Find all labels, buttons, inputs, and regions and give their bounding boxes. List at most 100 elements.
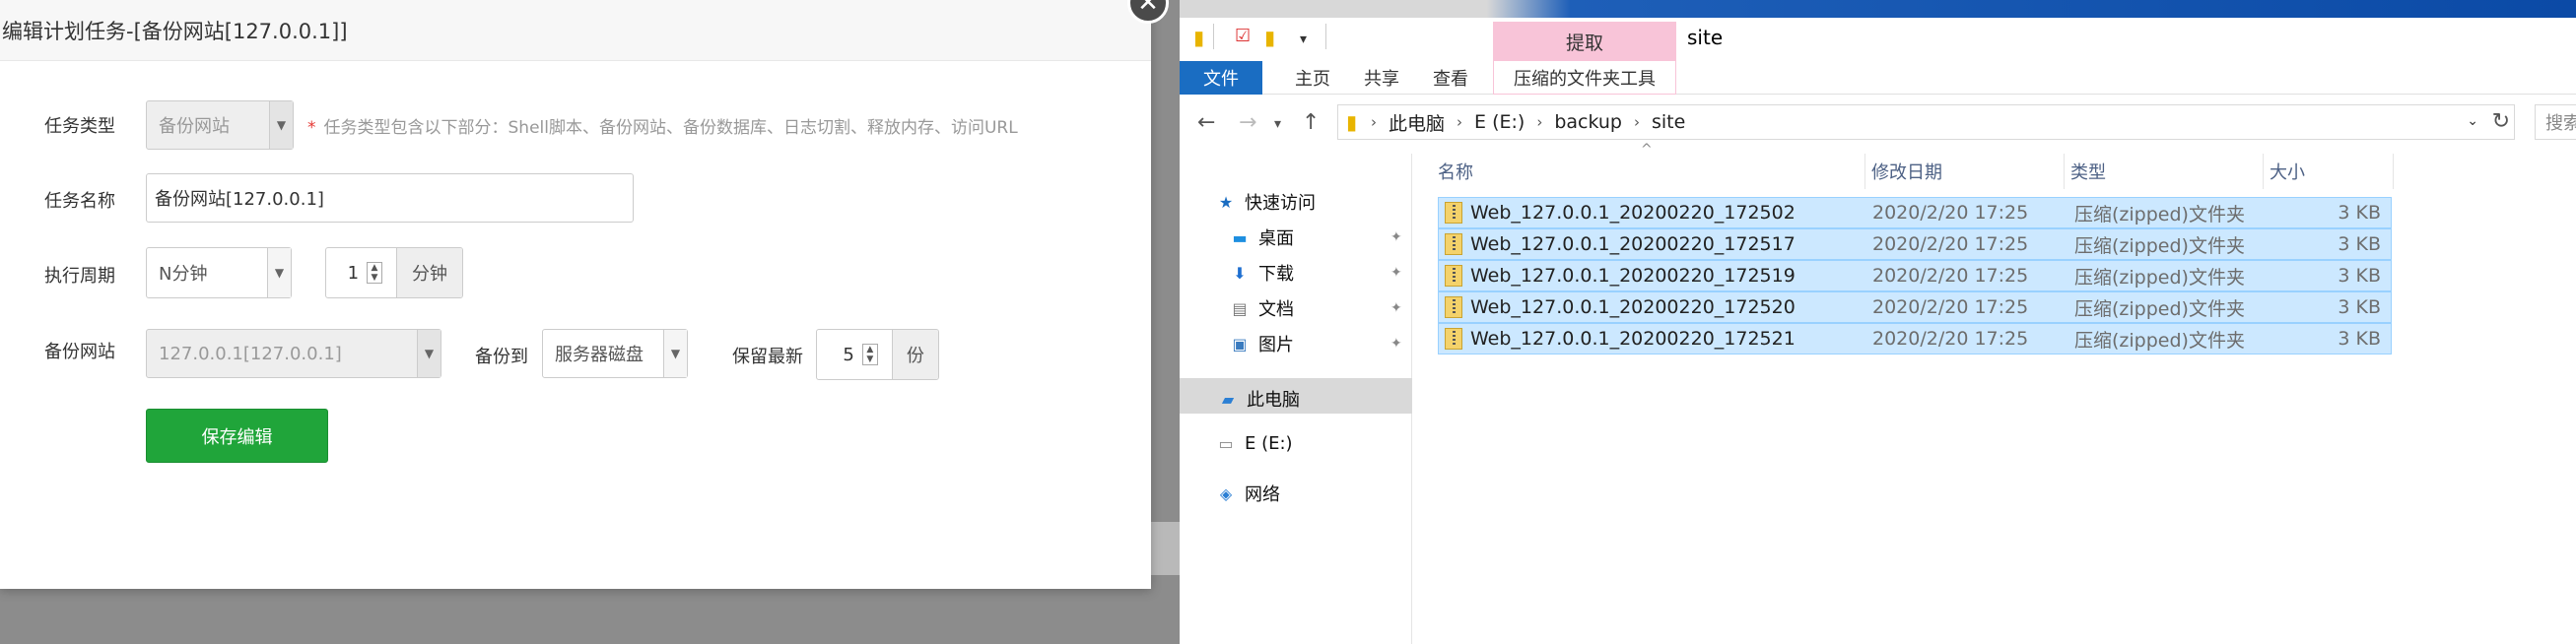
download-icon: ⬇	[1233, 263, 1247, 283]
file-name: Web_127.0.0.1_20200220_172520	[1470, 296, 1796, 318]
nav-drive-e[interactable]: ▭ E (E:)	[1215, 433, 1293, 454]
tab-share[interactable]: 共享	[1347, 61, 1416, 95]
backup-to-value: 服务器磁盘	[555, 345, 644, 365]
nav-label: 文档	[1258, 299, 1294, 320]
computer-icon: ▰	[1221, 389, 1235, 409]
cycle-minutes-input[interactable]: 1 ▲ ▼	[326, 248, 396, 297]
file-explorer-window: ▮ ☑ ▮ ▾ 提取 site 文件 主页 共享 查看 压缩的文件夹工具 ← →…	[1180, 18, 2576, 644]
nav-label: 网络	[1245, 484, 1280, 505]
recent-locations-icon[interactable]: ▾	[1274, 116, 1281, 132]
file-modified: 2020/2/20 17:25	[1872, 265, 2029, 287]
pin-icon[interactable]: ✦	[1390, 336, 1402, 352]
star-icon: ★	[1218, 192, 1234, 212]
breadcrumb-chevron: ›	[1633, 113, 1640, 131]
edit-task-dialog: 编辑计划任务-[备份网站[127.0.0.1]] 任务类型 备份网站 ▼ * 任务…	[0, 0, 1151, 589]
cycle-unit-addon: 分钟	[396, 248, 462, 297]
file-row[interactable]: Web_127.0.0.1_20200220_172519 2020/2/20 …	[1438, 260, 2392, 291]
cycle-value: N分钟	[159, 264, 208, 285]
breadcrumb-chevron: ›	[1457, 113, 1463, 131]
keep-latest-input[interactable]: 5 ▲ ▼	[817, 330, 892, 379]
file-name-cell: Web_127.0.0.1_20200220_172520	[1439, 292, 1863, 322]
backdrop-strip	[1151, 522, 1181, 575]
nav-this-pc[interactable]: ▰ 此电脑	[1217, 386, 1300, 412]
chevron-down-icon: ▼	[663, 330, 687, 377]
column-size[interactable]: 大小	[2264, 154, 2394, 189]
nav-label: 桌面	[1258, 228, 1294, 249]
zip-folder-icon	[1445, 265, 1462, 287]
nav-downloads[interactable]: ⬇ 下载 ✦	[1229, 260, 1401, 286]
network-icon: ◈	[1219, 483, 1233, 503]
file-row[interactable]: Web_127.0.0.1_20200220_172520 2020/2/20 …	[1438, 291, 2392, 323]
breadcrumb-this-pc[interactable]: 此电脑	[1389, 109, 1445, 136]
breadcrumb-chevron: ›	[1536, 113, 1543, 131]
toolbar-divider	[1325, 24, 1326, 49]
task-type-select[interactable]: 备份网站 ▼	[146, 100, 294, 150]
file-row[interactable]: Web_127.0.0.1_20200220_172502 2020/2/20 …	[1438, 197, 2392, 228]
file-size: 3 KB	[2338, 296, 2381, 318]
desktop-icon: ▬	[1232, 227, 1248, 247]
column-modified[interactable]: 修改日期	[1865, 154, 2065, 189]
breadcrumb-drive[interactable]: E (E:)	[1474, 111, 1525, 133]
keep-latest-unit-addon: 份	[891, 330, 938, 379]
nav-label: 此电脑	[1247, 390, 1300, 411]
nav-desktop[interactable]: ▬ 桌面 ✦	[1229, 225, 1401, 250]
tab-view[interactable]: 查看	[1416, 61, 1485, 95]
file-row[interactable]: Web_127.0.0.1_20200220_172517 2020/2/20 …	[1438, 228, 2392, 260]
tab-file[interactable]: 文件	[1180, 61, 1262, 95]
spinner-icon[interactable]: ▲ ▼	[861, 344, 878, 365]
document-icon: ▤	[1232, 298, 1248, 318]
nav-label: E (E:)	[1245, 433, 1293, 454]
cycle-select[interactable]: N分钟 ▼	[146, 247, 292, 298]
file-size: 3 KB	[2338, 202, 2381, 224]
backup-to-select[interactable]: 服务器磁盘 ▼	[542, 329, 688, 378]
search-input[interactable]: 搜索	[2535, 104, 2576, 140]
pin-icon[interactable]: ✦	[1390, 265, 1402, 281]
pin-icon[interactable]: ✦	[1390, 300, 1402, 316]
desktop-wallpaper-strip	[1180, 0, 2576, 18]
backup-site-value: 127.0.0.1[127.0.0.1]	[159, 343, 342, 364]
breadcrumb-site[interactable]: site	[1652, 111, 1685, 133]
task-type-label: 任务类型	[44, 116, 115, 137]
nav-label: 图片	[1258, 335, 1294, 355]
drive-icon: ▭	[1218, 434, 1234, 453]
file-row[interactable]: Web_127.0.0.1_20200220_172521 2020/2/20 …	[1438, 323, 2392, 354]
save-edit-button[interactable]: 保存编辑	[146, 409, 328, 463]
address-row: ← → ▾ ↑ ▮ › 此电脑 › E (E:) › backup › site…	[1180, 104, 2576, 144]
pin-icon[interactable]: ✦	[1390, 229, 1402, 245]
cycle-minutes-value: 1	[347, 262, 360, 284]
tab-compressed-folder-tools[interactable]: 压缩的文件夹工具	[1493, 61, 1676, 95]
task-type-hint: * 任务类型包含以下部分：Shell脚本、备份网站、备份数据库、日志切割、释放内存…	[307, 113, 1018, 138]
extract-context-group: 提取	[1493, 22, 1676, 61]
chevron-down-icon: ▼	[267, 248, 291, 297]
keep-latest-group: 5 ▲ ▼ 份	[816, 329, 939, 380]
chevron-down-icon[interactable]: ⌄	[2467, 113, 2478, 129]
ribbon-tabs: 文件 主页 共享 查看 压缩的文件夹工具	[1180, 61, 2576, 95]
breadcrumb-backup[interactable]: backup	[1554, 111, 1622, 133]
file-name: Web_127.0.0.1_20200220_172519	[1470, 265, 1796, 287]
nav-documents[interactable]: ▤ 文档 ✦	[1229, 295, 1401, 321]
forward-icon[interactable]: →	[1239, 110, 1256, 135]
tab-home[interactable]: 主页	[1278, 61, 1347, 95]
column-type[interactable]: 类型	[2065, 154, 2264, 189]
title-bar: ▮ ☑ ▮ ▾ 提取 site	[1180, 18, 2576, 61]
address-bar[interactable]: ▮ › 此电脑 › E (E:) › backup › site ⌄ ↻	[1337, 104, 2515, 140]
backup-to-label: 备份到	[475, 347, 528, 367]
file-name: Web_127.0.0.1_20200220_172517	[1470, 233, 1796, 255]
zip-folder-icon	[1445, 202, 1462, 224]
task-name-input[interactable]: 备份网站[127.0.0.1]	[146, 173, 634, 223]
nav-network[interactable]: ◈ 网络	[1215, 481, 1280, 506]
window-title: site	[1687, 26, 1724, 49]
new-folder-icon[interactable]: ▮	[1264, 26, 1275, 49]
spinner-icon[interactable]: ▲ ▼	[367, 262, 383, 284]
refresh-icon[interactable]: ↻	[2492, 109, 2510, 134]
up-icon[interactable]: ↑	[1302, 110, 1320, 135]
backup-site-label: 备份网站	[44, 342, 115, 362]
nav-quick-access[interactable]: ★ 快速访问	[1215, 189, 1316, 215]
column-name[interactable]: 名称	[1432, 154, 1865, 189]
properties-icon[interactable]: ☑	[1235, 26, 1251, 46]
file-type: 压缩(zipped)文件夹	[2074, 234, 2245, 257]
customize-toolbar-icon[interactable]: ▾	[1300, 32, 1307, 47]
back-icon[interactable]: ←	[1197, 110, 1215, 135]
nav-pictures[interactable]: ▣ 图片 ✦	[1229, 331, 1401, 356]
backup-site-select[interactable]: 127.0.0.1[127.0.0.1] ▼	[146, 329, 441, 378]
